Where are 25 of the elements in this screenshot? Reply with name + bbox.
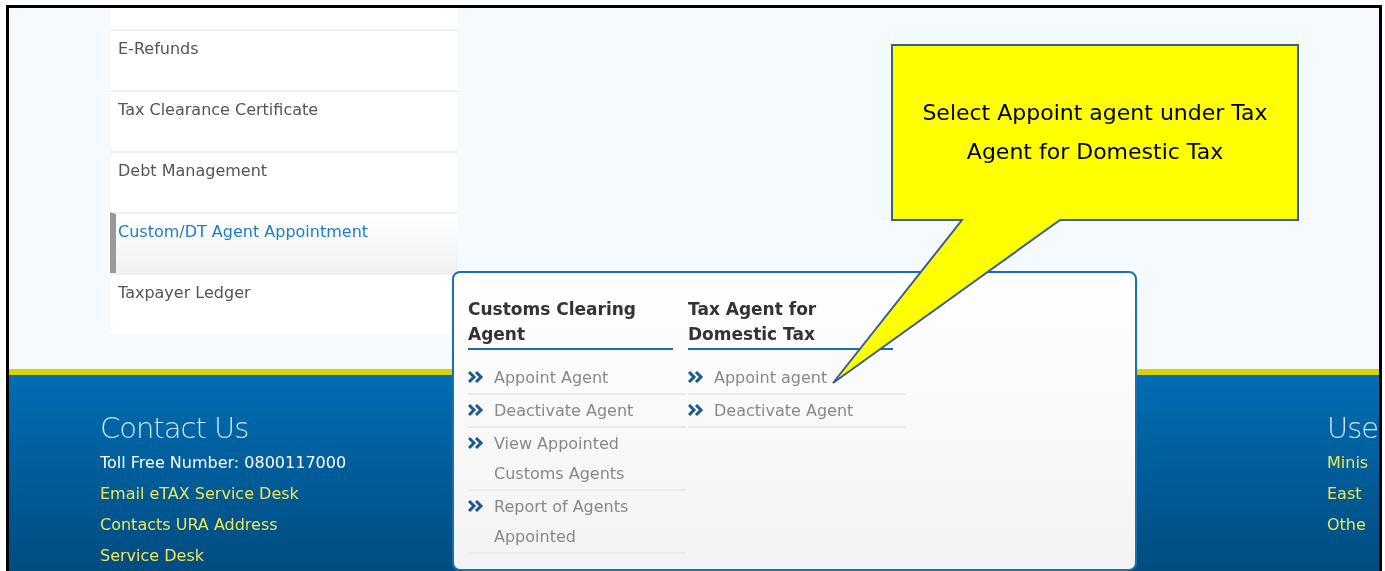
menu-item[interactable]: Report of Agents Appointed [468,491,686,554]
footer-heading: Use [1327,411,1379,445]
double-chevron-icon [468,403,484,417]
double-chevron-icon [468,436,484,450]
footer-link[interactable]: Email eTAX Service Desk [100,484,299,503]
column-heading: Customs Clearing Agent [468,297,673,350]
footer-heading: Contact Us [100,411,250,445]
menu-item[interactable]: Deactivate Agent [688,395,906,428]
double-chevron-icon [688,403,704,417]
menu-item[interactable]: View Appointed Customs Agents [468,428,686,491]
double-chevron-icon [688,370,704,384]
menu-item[interactable]: Deactivate Agent [468,395,686,428]
sidebar-item[interactable]: Custom/DT Agent Appointment [110,212,458,273]
footer-link[interactable]: Minis [1327,453,1369,472]
phone-number: Toll Free Number: 0800117000 [100,452,347,474]
footer-link[interactable]: Othe [1327,515,1366,534]
footer-link[interactable]: East [1327,484,1362,503]
sidebar-item[interactable]: E-Refunds [110,29,458,90]
menu-item[interactable]: Appoint Agent [468,362,686,395]
footer-link[interactable]: Contacts URA Address [100,515,278,534]
double-chevron-icon [468,499,484,513]
sidebar-item[interactable]: Tax Clearance Certificate [110,90,458,151]
double-chevron-icon [468,370,484,384]
footer-link[interactable]: Service Desk [100,546,204,565]
callout-text: Select Appoint agent under Tax Agent for Domestic Tax [921,98,1269,166]
